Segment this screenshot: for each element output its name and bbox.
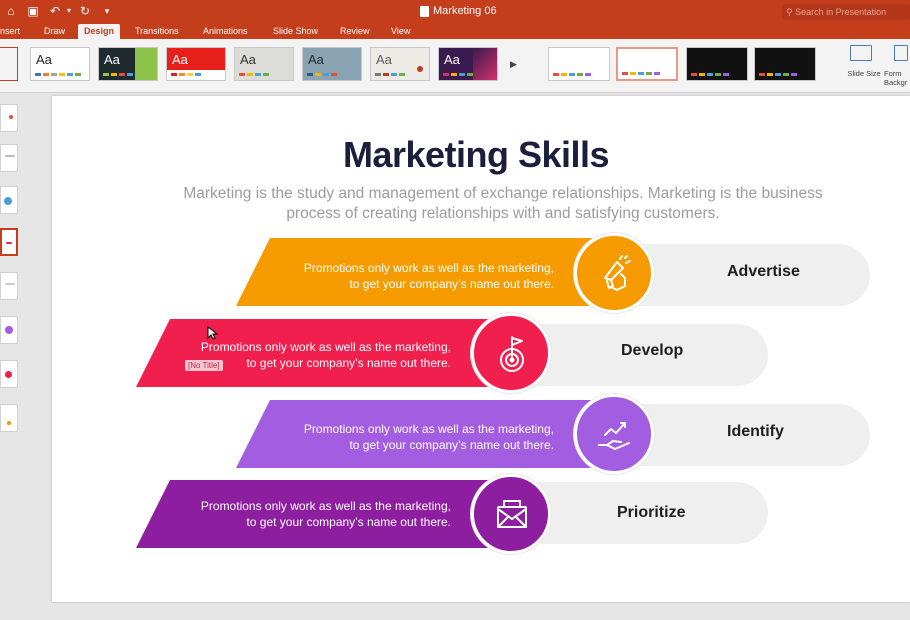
save-icon[interactable]: ▣	[26, 4, 40, 18]
theme-purple[interactable]: Aa	[438, 47, 498, 81]
tab-design[interactable]: Design	[78, 24, 121, 39]
tab-view[interactable]: View	[391, 24, 410, 39]
theme-sample-text: Aa	[104, 52, 120, 67]
bottom-status-area	[32, 604, 910, 620]
variant-black-1[interactable]	[686, 47, 748, 81]
slide-thumbnail-selected[interactable]	[0, 228, 18, 256]
variant-white-2[interactable]	[616, 47, 678, 81]
theme-gray[interactable]: Aa	[234, 47, 294, 81]
skill-text-develop-line1[interactable]: Promotions only work as well as the mark…	[148, 339, 451, 355]
tab-insert[interactable]: nsert	[0, 24, 20, 39]
tab-animations[interactable]: Animations	[203, 24, 248, 39]
theme-blue-gray[interactable]: Aa	[302, 47, 362, 81]
slide-thumbnail[interactable]	[0, 404, 18, 432]
tab-slide-show[interactable]: Slide Show	[273, 24, 318, 39]
theme-gallery-more-icon[interactable]: ▶	[510, 59, 517, 70]
slide-thumbnail[interactable]	[0, 186, 18, 214]
megaphone-hand-icon	[604, 255, 631, 291]
skill-text-prioritize-line2[interactable]: to get your company’s name out there.	[148, 514, 451, 530]
skill-circle-advertise[interactable]	[574, 233, 654, 313]
theme-dark-green[interactable]: Aa	[98, 47, 158, 81]
ribbon-tabs: nsert Draw Design Transitions Animations…	[0, 24, 910, 39]
skill-text-identify-line1[interactable]: Promotions only work as well as the mark…	[252, 421, 554, 437]
undo-dropdown-icon[interactable]: ▾	[62, 4, 76, 18]
skill-label-identify[interactable]: Identify	[727, 423, 784, 441]
format-background-icon[interactable]	[894, 45, 908, 61]
growth-hand-icon	[598, 422, 630, 450]
skill-label-develop[interactable]: Develop	[621, 342, 683, 360]
skill-text-prioritize-line1[interactable]: Promotions only work as well as the mark…	[148, 498, 451, 514]
envelope-icon	[497, 500, 527, 528]
slide-subtitle-line2[interactable]: process of creating relationships with a…	[162, 204, 844, 224]
theme-office[interactable]: Aa	[30, 47, 90, 81]
slide-title[interactable]: Marketing Skills	[0, 134, 900, 176]
document-title-text: Marketing 06	[433, 5, 497, 17]
skill-text-advertise-line2[interactable]: to get your company’s name out there.	[252, 276, 554, 292]
mouse-cursor-icon	[207, 326, 219, 340]
skill-text-advertise-line1[interactable]: Promotions only work as well as the mark…	[252, 260, 554, 276]
search-input[interactable]: ⚲ Search in Presentation	[782, 4, 910, 20]
design-ribbon: Aa Aa Aa Aa Aa Aa Aa ▶ Slide Size Form B…	[0, 39, 910, 93]
theme-partial[interactable]	[0, 47, 18, 81]
no-title-tag: [No Title]	[185, 360, 223, 371]
skill-text-identify-line2[interactable]: to get your company’s name out there.	[252, 437, 554, 453]
document-title: Marketing 06	[420, 5, 497, 17]
theme-sample-text: Aa	[444, 52, 460, 67]
slide-thumbnail[interactable]	[0, 316, 18, 344]
tab-transitions[interactable]: Transitions	[135, 24, 179, 39]
theme-light[interactable]: Aa	[370, 47, 430, 81]
tab-review[interactable]: Review	[340, 24, 370, 39]
target-flag-icon	[500, 336, 524, 372]
skill-circle-develop[interactable]	[471, 313, 551, 393]
home-icon[interactable]: ⌂	[4, 4, 18, 18]
theme-sample-text: Aa	[172, 52, 188, 67]
redo-icon[interactable]: ↻	[78, 4, 92, 18]
skill-circle-prioritize[interactable]	[471, 474, 551, 554]
document-icon	[420, 5, 429, 17]
slide-size-button[interactable]: Slide Size	[846, 69, 882, 78]
theme-sample-text: Aa	[376, 52, 392, 67]
tab-draw[interactable]: Draw	[44, 24, 65, 39]
customize-toolbar-icon[interactable]: ▾	[100, 4, 114, 18]
slide-subtitle-line1[interactable]: Marketing is the study and management of…	[162, 184, 844, 204]
search-placeholder: Search in Presentation	[795, 7, 887, 17]
slide-thumbnail[interactable]	[0, 272, 18, 300]
variant-white-1[interactable]	[548, 47, 610, 81]
theme-sample-text: Aa	[240, 52, 256, 67]
format-background-button[interactable]: Form Backgr	[884, 69, 910, 87]
theme-red[interactable]: Aa	[166, 47, 226, 81]
skill-label-advertise[interactable]: Advertise	[727, 263, 800, 281]
title-bar: ⌂ ▣ ↶ ▾ ↻ ▾ Marketing 06 ⚲ Search in Pre…	[0, 0, 910, 24]
theme-sample-text: Aa	[308, 52, 324, 67]
skill-circle-identify[interactable]	[574, 394, 654, 474]
skill-label-prioritize[interactable]: Prioritize	[617, 504, 685, 522]
slide-thumbnail[interactable]	[0, 104, 18, 132]
slide-size-icon[interactable]	[850, 45, 872, 61]
variant-black-2[interactable]	[754, 47, 816, 81]
undo-icon[interactable]: ↶	[48, 4, 62, 18]
slide-canvas[interactable]: Marketing Skills Marketing is the study …	[52, 96, 910, 602]
search-icon: ⚲	[786, 7, 796, 17]
slide-thumbnail[interactable]	[0, 360, 18, 388]
theme-sample-text: Aa	[36, 52, 52, 67]
